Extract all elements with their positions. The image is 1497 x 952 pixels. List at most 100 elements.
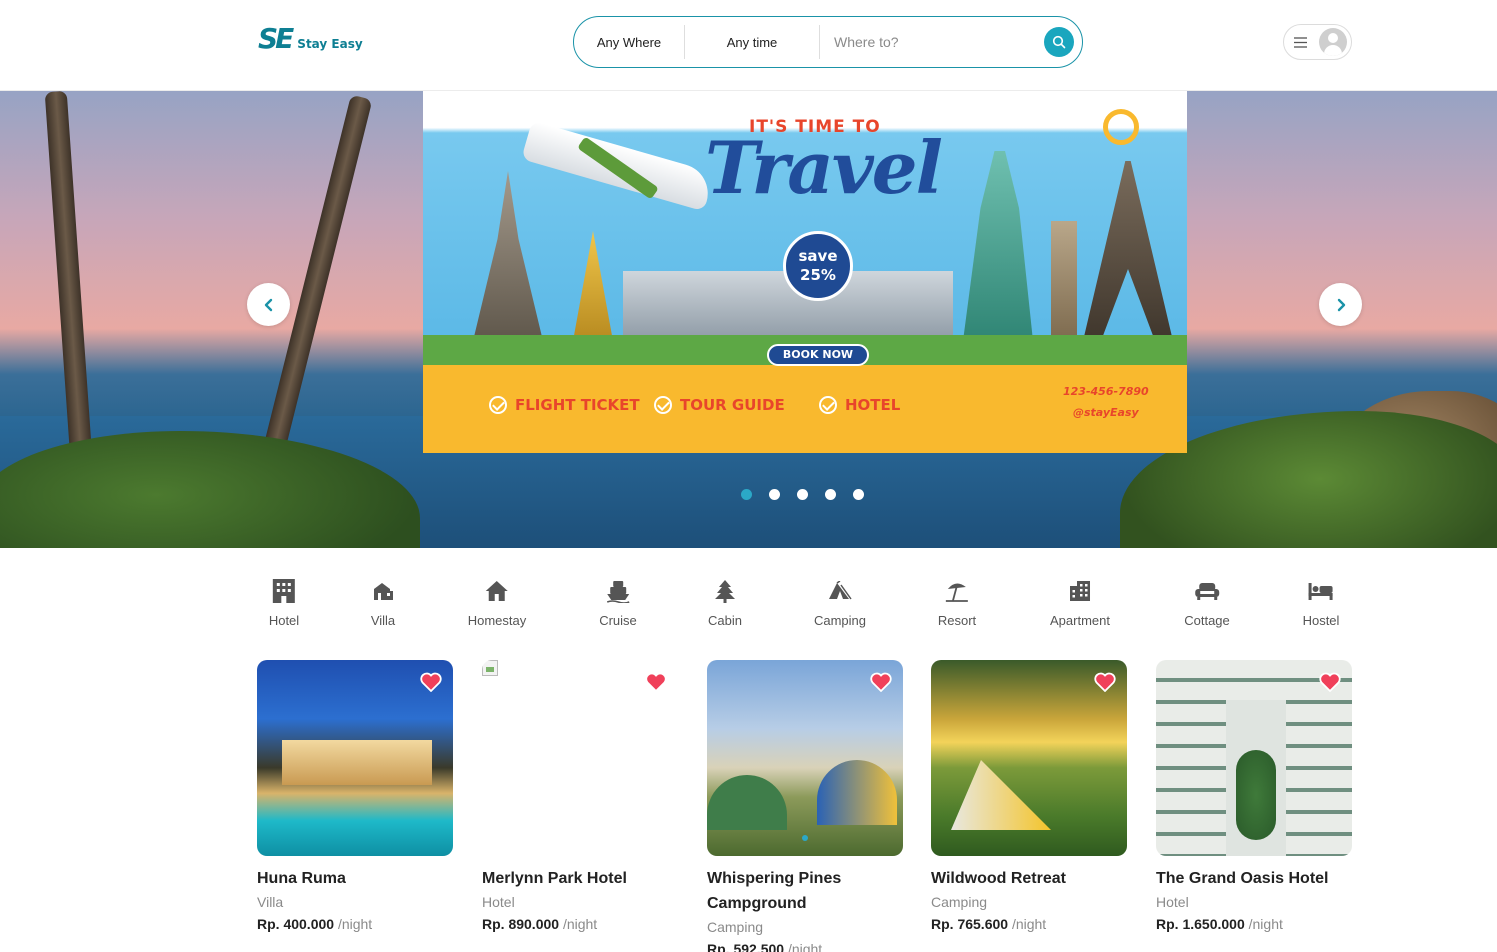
category-cruise[interactable]: Cruise <box>599 578 637 628</box>
banner-title: Travel <box>705 125 943 210</box>
category-villa[interactable]: Villa <box>370 578 396 628</box>
price-amount: Rp. 400.000 <box>257 916 335 932</box>
brand-name: Stay Easy <box>297 37 363 51</box>
check-icon <box>654 396 672 414</box>
favorite-button[interactable] <box>1093 670 1117 694</box>
cruise-icon <box>605 578 631 604</box>
listing-title[interactable]: Huna Ruma <box>257 866 453 891</box>
listing-price: Rp. 592.500 /night <box>707 938 903 952</box>
cabin-icon <box>712 578 738 604</box>
category-hostel[interactable]: Hostel <box>1302 578 1340 628</box>
top-header: SE Stay Easy Any Where Any time <box>0 0 1497 91</box>
promo-banner[interactable]: IT'S TIME TO Travel save 25% BOOK NOW FL… <box>423 91 1187 453</box>
feature-label: TOUR GUIDE <box>680 396 785 414</box>
hotel-building-shape <box>282 740 432 785</box>
favorite-button[interactable] <box>644 670 668 694</box>
carousel-prev-button[interactable] <box>247 283 290 326</box>
banner-handle: @stayEasy <box>1072 406 1139 419</box>
listing-image[interactable] <box>931 660 1127 856</box>
search-bar: Any Where Any time <box>573 16 1083 68</box>
category-camping[interactable]: Camping <box>814 578 866 628</box>
category-label: Camping <box>813 613 867 628</box>
listing-card[interactable]: Huna Ruma Villa Rp. 400.000 /night <box>257 660 453 935</box>
tent-shape <box>707 775 787 830</box>
listing-image[interactable] <box>1156 660 1352 856</box>
listing-card[interactable]: The Grand Oasis Hotel Hotel Rp. 1.650.00… <box>1156 660 1352 935</box>
listing-image[interactable] <box>482 660 678 856</box>
feature-label: FLIGHT TICKET <box>515 396 640 414</box>
listing-type: Villa <box>257 894 284 910</box>
favorite-button[interactable] <box>869 670 893 694</box>
carousel-indicators <box>741 489 864 500</box>
discount-badge: save 25% <box>783 231 853 301</box>
listing-card[interactable]: Merlynn Park Hotel Hotel Rp. 890.000 /ni… <box>482 660 678 935</box>
anywhere-filter[interactable]: Any Where <box>574 35 684 50</box>
sun-icon <box>1103 109 1139 145</box>
category-label: Hostel <box>1302 613 1340 628</box>
listing-card[interactable]: Whispering Pines Campground Camping Rp. … <box>707 660 903 952</box>
listing-price: Rp. 765.600 /night <box>931 913 1127 935</box>
category-label: Villa <box>370 613 396 628</box>
discount-badge-line2: 25% <box>800 266 836 284</box>
feature-label: HOTEL <box>845 396 901 414</box>
listing-title[interactable]: Wildwood Retreat <box>931 866 1127 891</box>
listing-card[interactable]: Wildwood Retreat Camping Rp. 765.600 /ni… <box>931 660 1127 935</box>
carousel-dot[interactable] <box>825 489 836 500</box>
carousel-next-button[interactable] <box>1319 283 1362 326</box>
price-amount: Rp. 592.500 <box>707 941 785 952</box>
heart-icon <box>645 672 667 692</box>
category-apartment[interactable]: Apartment <box>1050 578 1110 628</box>
anytime-filter[interactable]: Any time <box>685 35 819 50</box>
image-indicator-dot <box>802 835 808 841</box>
price-unit: /night <box>1248 916 1283 932</box>
carousel-dot[interactable] <box>853 489 864 500</box>
carousel-dot[interactable] <box>769 489 780 500</box>
carousel-dot[interactable] <box>797 489 808 500</box>
carousel-dot[interactable] <box>741 489 752 500</box>
price-amount: Rp. 765.600 <box>931 916 1009 932</box>
hotel-icon <box>271 578 297 604</box>
user-menu-button[interactable] <box>1283 24 1352 60</box>
destination-input[interactable] <box>820 22 1044 62</box>
listing-type: Hotel <box>482 894 515 910</box>
chevron-right-icon <box>1337 298 1345 311</box>
broken-image-icon <box>482 660 498 676</box>
category-label: Cruise <box>599 613 637 628</box>
heart-icon <box>420 672 442 692</box>
resort-icon <box>944 578 970 604</box>
banner-phone: 123-456-7890 <box>1063 385 1149 398</box>
chevron-left-icon <box>264 298 272 311</box>
feature-item: HOTEL <box>819 396 900 414</box>
listing-title[interactable]: Whispering Pines Campground <box>707 866 903 916</box>
category-hotel[interactable]: Hotel <box>269 578 299 628</box>
listing-price: Rp. 400.000 /night <box>257 913 453 935</box>
banner-contact: 123-456-7890 @stayEasy <box>1063 381 1149 423</box>
listing-image[interactable] <box>707 660 903 856</box>
category-label: Cottage <box>1184 613 1230 628</box>
heart-icon <box>1319 672 1341 692</box>
category-label: Apartment <box>1050 613 1110 628</box>
heart-icon <box>1094 672 1116 692</box>
price-unit: /night <box>1011 916 1047 932</box>
category-resort[interactable]: Resort <box>938 578 976 628</box>
category-homestay[interactable]: Homestay <box>468 578 526 628</box>
listing-type: Camping <box>931 894 988 910</box>
listing-price: Rp. 890.000 /night <box>482 913 678 935</box>
price-amount: Rp. 890.000 <box>482 916 560 932</box>
tent-shape <box>817 760 897 825</box>
listing-image[interactable] <box>257 660 453 856</box>
category-label: Cabin <box>708 613 742 628</box>
feature-item: TOUR GUIDE <box>654 396 785 414</box>
listing-title[interactable]: Merlynn Park Hotel <box>482 866 678 891</box>
palm-tree-shape <box>1236 750 1276 840</box>
category-cottage[interactable]: Cottage <box>1184 578 1230 628</box>
favorite-button[interactable] <box>1318 670 1342 694</box>
brand-logo[interactable]: SE Stay Easy <box>258 25 363 53</box>
search-button[interactable] <box>1044 27 1074 57</box>
book-now-button[interactable]: BOOK NOW <box>767 344 869 366</box>
search-icon <box>1052 35 1066 49</box>
category-cabin[interactable]: Cabin <box>708 578 742 628</box>
favorite-button[interactable] <box>419 670 443 694</box>
discount-badge-line1: save <box>798 247 838 265</box>
listing-title[interactable]: The Grand Oasis Hotel <box>1156 866 1352 891</box>
